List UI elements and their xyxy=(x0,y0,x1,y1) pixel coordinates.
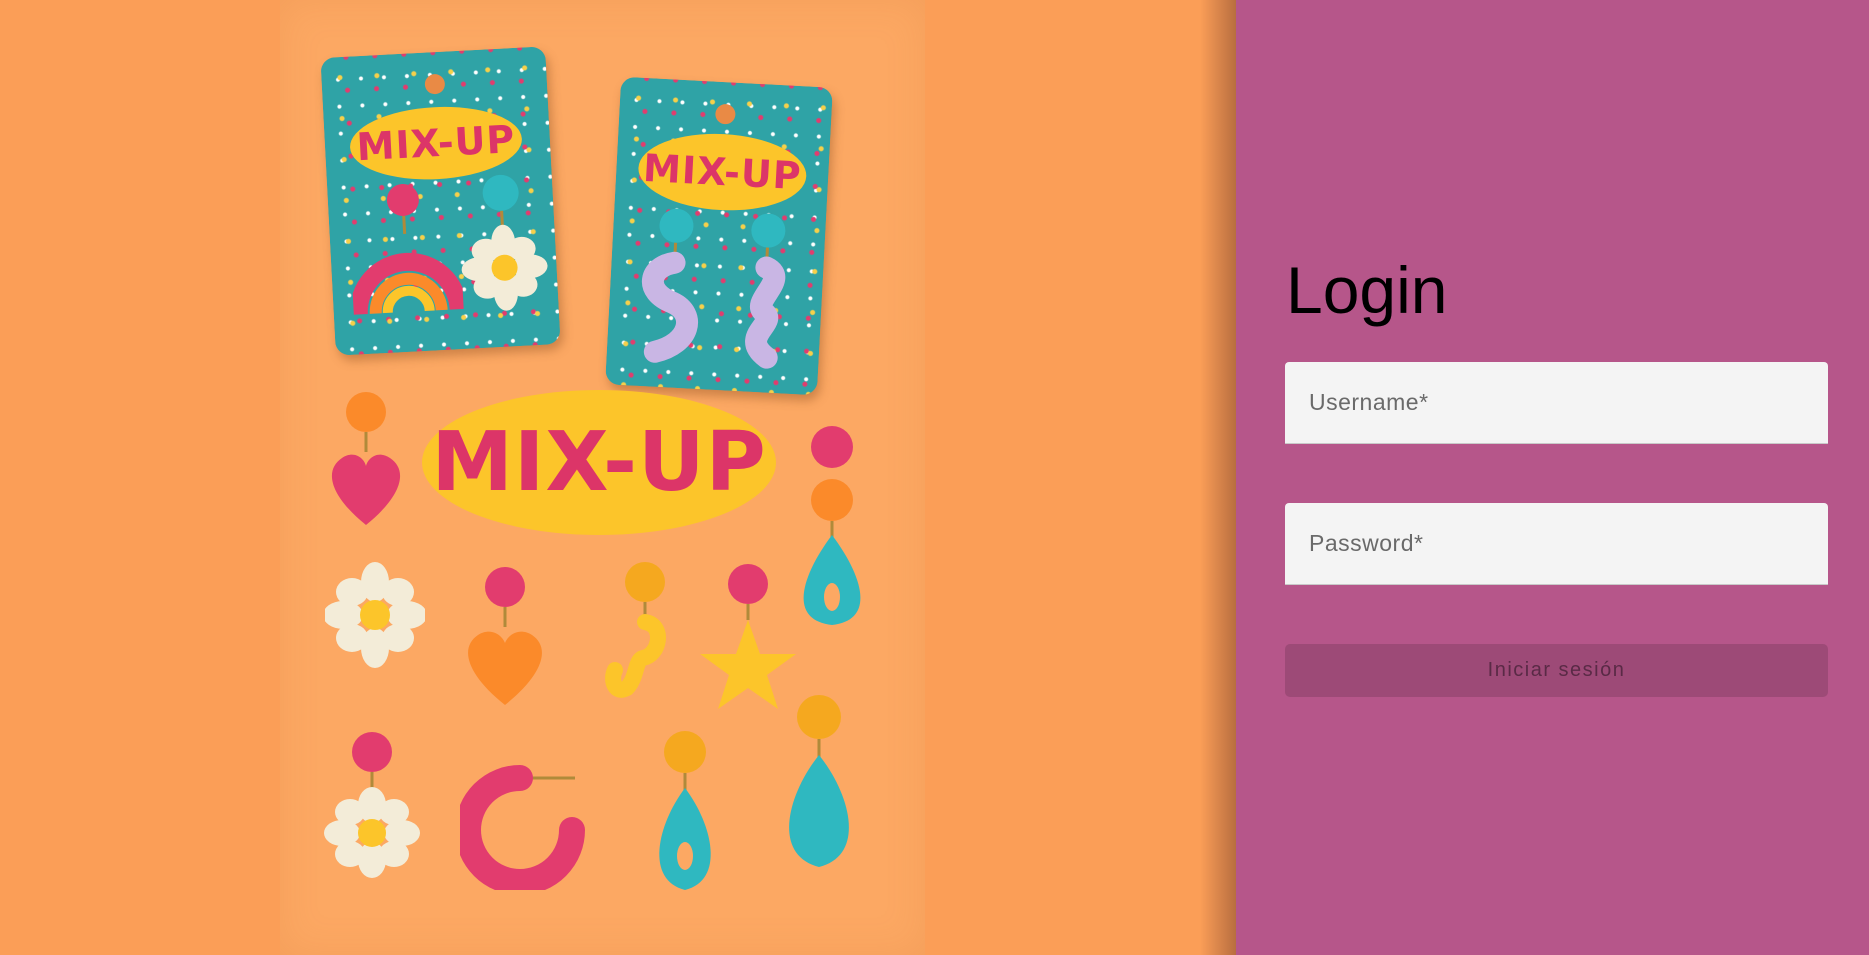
earring-card-2: MIX-UP xyxy=(605,76,833,396)
daisy-earring-icon xyxy=(325,562,425,668)
daisy-earring-icon xyxy=(461,174,548,311)
brand-logo-large-text: MIX-UP xyxy=(431,415,767,510)
card-hole xyxy=(423,73,445,95)
login-submit-button[interactable]: Iniciar sesión xyxy=(1285,644,1828,697)
brand-logo-large: MIX-UP xyxy=(422,390,776,535)
rainbow-earring-icon xyxy=(349,183,465,315)
password-input[interactable] xyxy=(1285,503,1828,584)
login-panel: Login Iniciar sesión xyxy=(1236,0,1869,955)
login-title: Login xyxy=(1286,253,1448,327)
heart-earring-icon xyxy=(468,567,542,705)
hook-earring-icon xyxy=(605,562,666,698)
hoop-earring-icon xyxy=(460,765,585,890)
hero-section: MIX-UP MIX-UP MIX-UP xyxy=(0,0,1236,955)
brand-logo-oval: MIX-UP xyxy=(348,102,524,184)
brand-logo-text: MIX-UP xyxy=(355,117,517,170)
brand-logo-oval: MIX-UP xyxy=(636,129,809,215)
squiggle-earring-icon xyxy=(642,208,698,363)
drop-earring-icon xyxy=(659,731,711,890)
heart-earring-icon xyxy=(331,392,401,525)
earrings-product-photo: MIX-UP MIX-UP MIX-UP xyxy=(280,0,925,955)
star-earring-icon xyxy=(700,564,796,709)
drop-earring-icon xyxy=(789,695,849,867)
squiggle-earring-icon xyxy=(745,213,786,369)
username-input[interactable] xyxy=(1285,362,1828,443)
earring-card-1: MIX-UP xyxy=(320,46,561,356)
panel-shadow xyxy=(1200,0,1236,955)
drop-earring-icon xyxy=(803,426,861,625)
password-field[interactable] xyxy=(1285,503,1828,585)
brand-logo-text: MIX-UP xyxy=(641,145,803,199)
username-field[interactable] xyxy=(1285,362,1828,444)
daisy-earring-icon xyxy=(324,732,420,878)
card-hole xyxy=(714,103,736,125)
